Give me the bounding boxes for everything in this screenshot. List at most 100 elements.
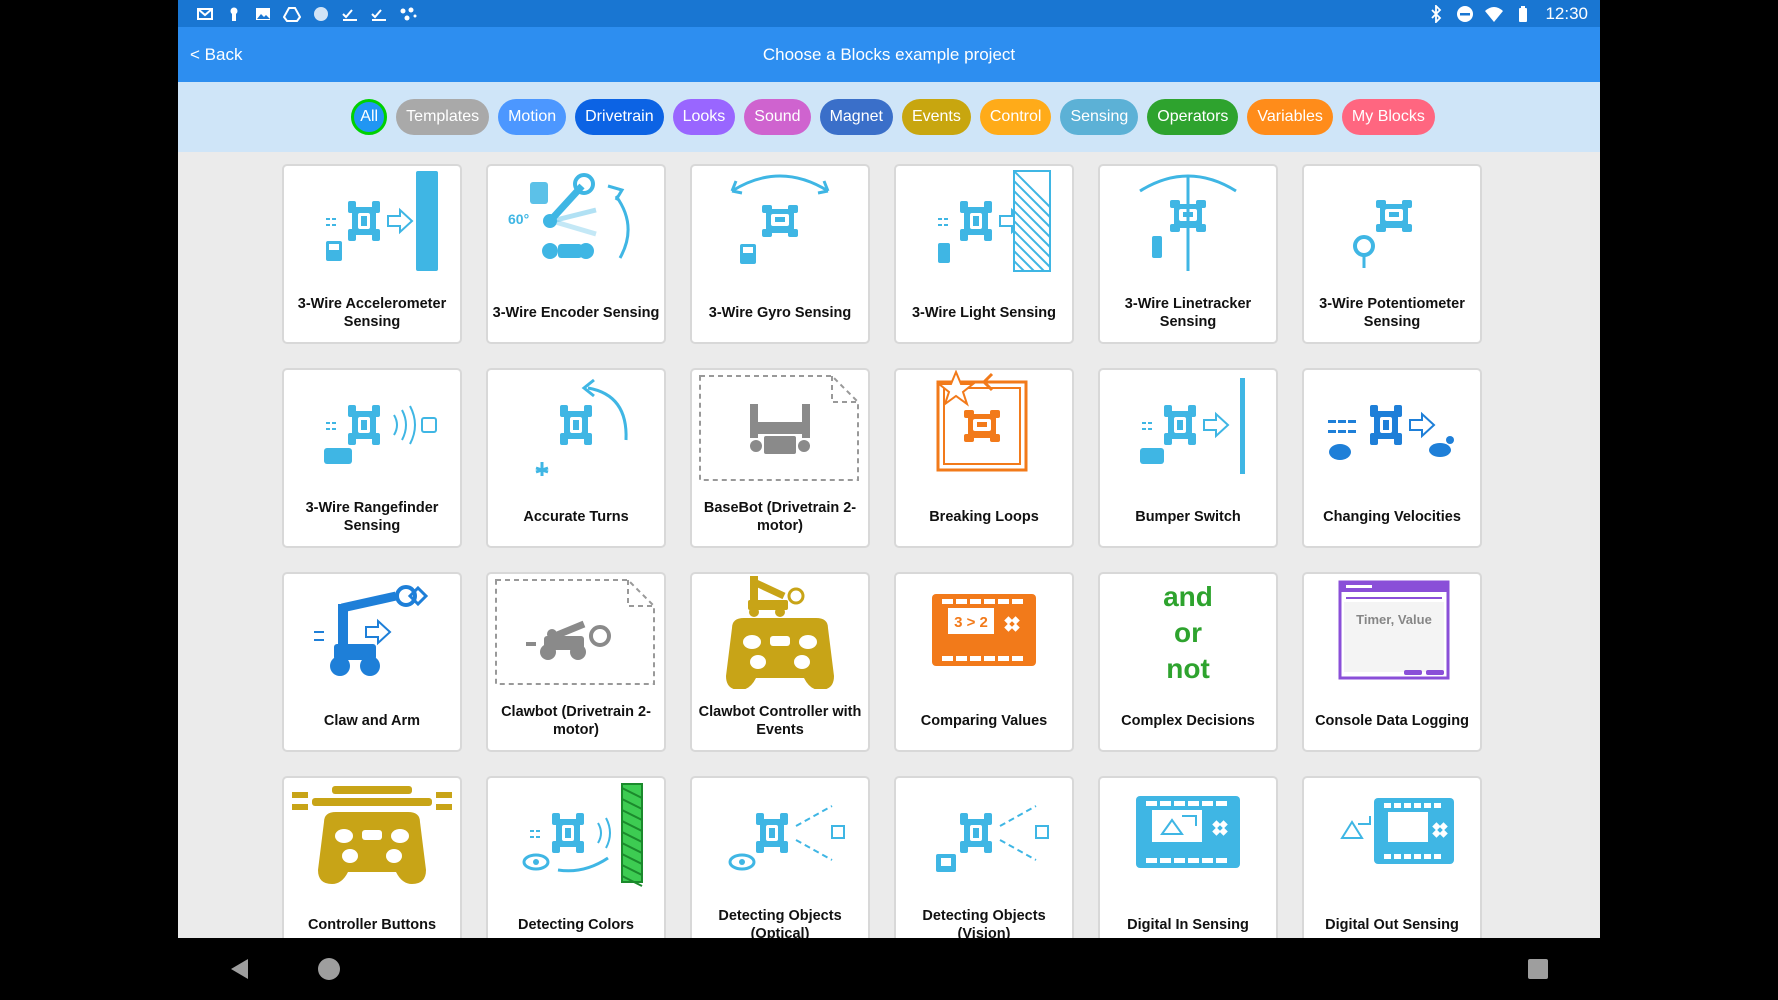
project-card[interactable]: 3 > 2 Comparing Values bbox=[894, 572, 1074, 752]
light-sensor-icon bbox=[896, 166, 1072, 281]
project-card-label: Controller Buttons bbox=[307, 917, 437, 933]
project-card[interactable]: Timer, Value Console Data Logging bbox=[1302, 572, 1482, 752]
project-grid-scroll[interactable]: 3-Wire Accelerometer Sensing 60° 3-Wire E… bbox=[178, 152, 1600, 938]
status-bar-right: 12:30 bbox=[1427, 4, 1588, 24]
project-card-label: Bumper Switch bbox=[1135, 509, 1241, 525]
project-card-label: Accurate Turns bbox=[523, 509, 629, 525]
system-nav-bar bbox=[0, 938, 1778, 1000]
project-card[interactable]: 3-Wire Linetracker Sensing bbox=[1098, 164, 1278, 344]
category-all[interactable]: All bbox=[351, 99, 388, 135]
linetracker-icon bbox=[1100, 166, 1276, 281]
project-card[interactable]: Digital Out Sensing bbox=[1302, 776, 1482, 938]
project-card[interactable]: 60° 3-Wire Encoder Sensing bbox=[486, 164, 666, 344]
project-card-label: Clawbot Controller with Events bbox=[698, 704, 862, 738]
page-title: Choose a Blocks example project bbox=[762, 45, 1016, 64]
dots-icon bbox=[399, 5, 417, 23]
console-icon: Timer, Value bbox=[1304, 574, 1480, 689]
project-card[interactable]: Breaking Loops bbox=[894, 368, 1074, 548]
do-not-disturb-icon bbox=[1456, 5, 1474, 23]
home-icon[interactable] bbox=[312, 952, 346, 986]
project-card[interactable]: Accurate Turns bbox=[486, 368, 666, 548]
project-card[interactable]: Detecting Objects (Vision) bbox=[894, 776, 1074, 938]
status-bar: 12:30 bbox=[178, 0, 1600, 27]
category-operators[interactable]: Operators bbox=[1147, 99, 1239, 135]
turn-icon bbox=[488, 370, 664, 485]
brain-compare-icon: 3 > 2 bbox=[896, 574, 1072, 689]
project-card[interactable]: BaseBot (Drivetrain 2-motor) bbox=[690, 368, 870, 548]
project-card[interactable]: Clawbot Controller with Events bbox=[690, 572, 870, 752]
category-templates[interactable]: Templates bbox=[396, 99, 490, 135]
project-card-label: 3-Wire Accelerometer Sensing bbox=[297, 296, 447, 330]
project-card[interactable]: 3-Wire Gyro Sensing bbox=[690, 164, 870, 344]
project-card-label: 3-Wire Linetracker Sensing bbox=[1124, 296, 1252, 330]
category-variables[interactable]: Variables bbox=[1247, 99, 1333, 135]
category-my-blocks[interactable]: My Blocks bbox=[1341, 99, 1435, 135]
recents-icon[interactable] bbox=[1521, 952, 1555, 986]
category-looks[interactable]: Looks bbox=[672, 99, 736, 135]
category-filter-bar: All Templates Motion Drivetrain Looks Sound Ma… bbox=[178, 82, 1600, 152]
project-card-label: 3-Wire Gyro Sensing bbox=[708, 305, 852, 321]
category-events[interactable]: Events bbox=[901, 99, 971, 135]
wifi-icon bbox=[1485, 5, 1504, 23]
project-card[interactable]: 3-Wire Light Sensing bbox=[894, 164, 1074, 344]
checklist-icon bbox=[370, 5, 388, 23]
project-card[interactable]: Changing Velocities bbox=[1302, 368, 1482, 548]
app-screen: 12:30 Choose a Blocks example project < … bbox=[178, 0, 1600, 938]
velocity-icon bbox=[1304, 370, 1480, 485]
encoder-icon: 60° bbox=[488, 166, 664, 281]
claw-arm-icon bbox=[284, 574, 460, 689]
project-card[interactable]: Detecting Colors bbox=[486, 776, 666, 938]
and-or-not-icon: and or not bbox=[1100, 574, 1276, 689]
project-card[interactable]: and or not Complex Decisions bbox=[1098, 572, 1278, 752]
category-motion[interactable]: Motion bbox=[498, 99, 567, 135]
checklist-icon bbox=[341, 5, 359, 23]
project-card-label: Console Data Logging bbox=[1315, 713, 1469, 729]
project-card[interactable]: Controller Buttons bbox=[282, 776, 462, 938]
status-bar-left bbox=[196, 5, 417, 23]
digital-out-icon bbox=[1304, 778, 1480, 893]
color-sensor-icon bbox=[488, 778, 664, 893]
bluetooth-icon bbox=[1427, 4, 1445, 23]
project-card[interactable]: Claw and Arm bbox=[282, 572, 462, 752]
project-card-label: Changing Velocities bbox=[1323, 509, 1461, 525]
back-icon[interactable] bbox=[222, 952, 256, 986]
rangefinder-icon bbox=[284, 370, 460, 485]
project-card-label: 3-Wire Potentiometer Sensing bbox=[1319, 296, 1465, 330]
svg-text:3 > 2: 3 > 2 bbox=[954, 614, 988, 631]
project-card[interactable]: 3-Wire Accelerometer Sensing bbox=[282, 164, 462, 344]
project-card-label: Detecting Objects (Optical) bbox=[718, 908, 842, 938]
back-button[interactable]: < Back bbox=[190, 27, 242, 82]
accelerometer-icon bbox=[284, 166, 460, 281]
drive-icon bbox=[283, 5, 301, 23]
clawbot-icon bbox=[488, 574, 664, 689]
project-card-label: 3-Wire Encoder Sensing bbox=[492, 305, 660, 321]
svg-text:and: and bbox=[1163, 581, 1213, 612]
status-clock: 12:30 bbox=[1545, 3, 1588, 23]
optical-icon bbox=[692, 778, 868, 893]
category-sensing[interactable]: Sensing bbox=[1060, 99, 1139, 135]
project-card-label: Clawbot (Drivetrain 2-motor) bbox=[501, 704, 651, 738]
project-card[interactable]: Bumper Switch bbox=[1098, 368, 1278, 548]
category-drivetrain[interactable]: Drivetrain bbox=[575, 99, 664, 135]
basebot-icon bbox=[692, 370, 868, 485]
project-card-label: Digital In Sensing bbox=[1127, 917, 1249, 933]
project-card[interactable]: Digital In Sensing bbox=[1098, 776, 1278, 938]
project-card-label: 3-Wire Light Sensing bbox=[911, 305, 1057, 321]
project-card[interactable]: Detecting Objects (Optical) bbox=[690, 776, 870, 938]
project-card[interactable]: Clawbot (Drivetrain 2-motor) bbox=[486, 572, 666, 752]
svg-text:or: or bbox=[1174, 617, 1202, 648]
svg-text:not: not bbox=[1166, 653, 1210, 684]
project-card-label: Comparing Values bbox=[920, 713, 1048, 729]
project-card[interactable]: 3-Wire Potentiometer Sensing bbox=[1302, 164, 1482, 344]
project-card-label: Digital Out Sensing bbox=[1325, 917, 1459, 933]
project-card[interactable]: 3-Wire Rangefinder Sensing bbox=[282, 368, 462, 548]
category-magnet[interactable]: Magnet bbox=[819, 99, 893, 135]
project-card-label: Breaking Loops bbox=[929, 509, 1039, 525]
category-sound[interactable]: Sound bbox=[744, 99, 811, 135]
gmail-icon bbox=[196, 5, 214, 23]
controller-icon bbox=[284, 778, 460, 893]
project-grid: 3-Wire Accelerometer Sensing 60° 3-Wire E… bbox=[282, 164, 1482, 938]
category-control[interactable]: Control bbox=[979, 99, 1052, 135]
potentiometer-icon bbox=[1304, 166, 1480, 281]
loop-icon bbox=[896, 370, 1072, 485]
